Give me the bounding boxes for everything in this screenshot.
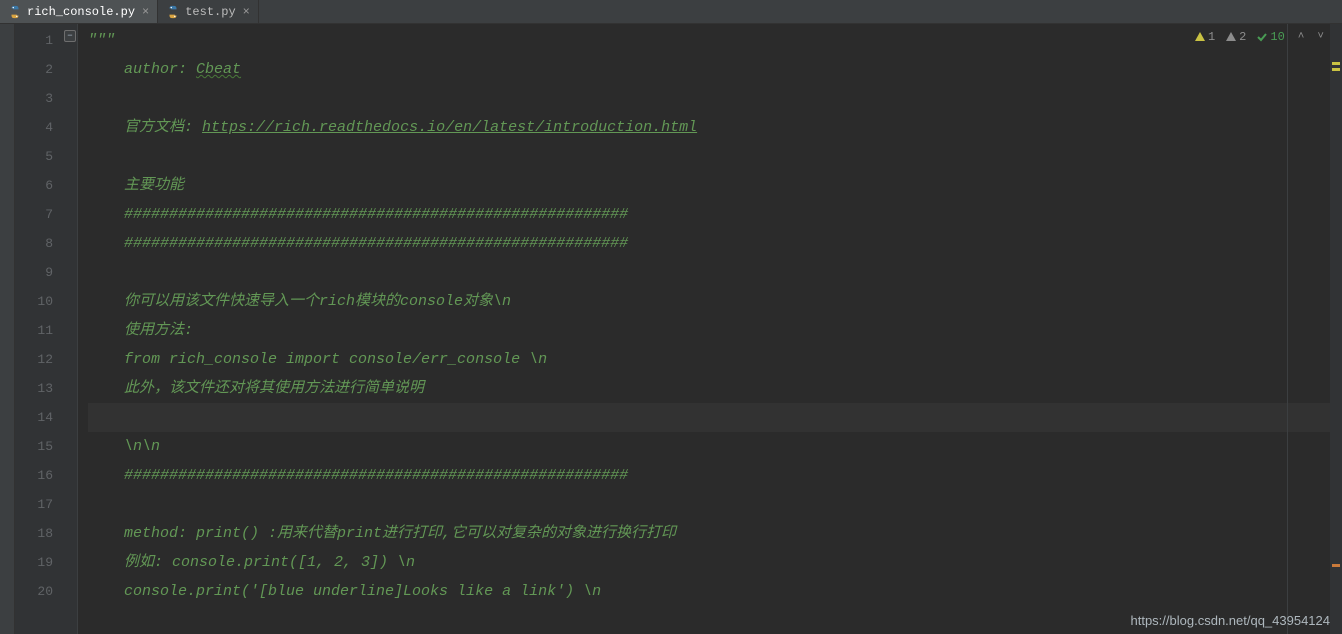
code-line[interactable] [88,403,1330,432]
code-line[interactable]: from rich_console import console/err_con… [88,345,1330,374]
watermark-text: https://blog.csdn.net/qq_43954124 [1131,613,1331,628]
chevron-down-icon[interactable]: ˅ [1317,31,1324,43]
line-number: 20 [15,577,53,606]
marker-stripe[interactable] [1332,68,1340,71]
ok-check-icon: 10 [1256,30,1284,44]
line-number: 5 [15,142,53,171]
marker-stripe[interactable] [1332,564,1340,567]
line-number: 7 [15,200,53,229]
code-line[interactable]: author: Cbeat [88,55,1330,84]
line-number: 8 [15,229,53,258]
code-line[interactable]: ########################################… [88,229,1330,258]
right-margin-line [1287,24,1288,634]
marker-stripe[interactable] [1332,62,1340,65]
line-number: 16 [15,461,53,490]
line-number: 2 [15,55,53,84]
line-number: 6 [15,171,53,200]
line-number-gutter: 1234567891011121314151617181920 [15,24,63,634]
weak-warning-count: 2 [1239,30,1246,44]
chevron-up-icon[interactable]: ˄ [1298,31,1305,43]
code-line[interactable]: ########################################… [88,461,1330,490]
line-number: 19 [15,548,53,577]
line-number: 11 [15,316,53,345]
code-line[interactable] [88,490,1330,519]
code-line[interactable]: method: print() :用来代替print进行打印,它可以对复杂的对象… [88,519,1330,548]
line-number: 4 [15,113,53,142]
code-line[interactable]: console.print('[blue underline]Looks lik… [88,577,1330,606]
code-line[interactable]: 使用方法: [88,316,1330,345]
ok-count: 10 [1270,30,1284,44]
line-number: 12 [15,345,53,374]
line-number: 15 [15,432,53,461]
line-number: 17 [15,490,53,519]
code-line[interactable]: """ [88,26,1330,55]
line-number: 18 [15,519,53,548]
close-icon[interactable]: × [142,5,149,19]
tab-label: rich_console.py [27,5,135,19]
code-line[interactable]: 主要功能 [88,171,1330,200]
tab-label: test.py [185,5,235,19]
warning-yellow-icon: 1 [1194,30,1215,44]
code-line[interactable]: ########################################… [88,200,1330,229]
warning-gray-icon: 2 [1225,30,1246,44]
fold-toggle-icon[interactable]: − [64,30,76,42]
tab-test[interactable]: test.py × [158,0,259,23]
line-number: 10 [15,287,53,316]
close-icon[interactable]: × [243,5,250,19]
code-line[interactable]: \n\n [88,432,1330,461]
left-tool-spine [0,24,15,634]
fold-bar: − [63,24,78,634]
marker-bar[interactable] [1330,24,1342,634]
line-number: 3 [15,84,53,113]
python-file-icon [8,5,22,19]
python-file-icon [166,5,180,19]
code-line[interactable]: 你可以用该文件快速导入一个rich模块的console对象\n [88,287,1330,316]
line-number: 1 [15,26,53,55]
code-line[interactable] [88,84,1330,113]
line-number: 14 [15,403,53,432]
tab-bar: rich_console.py × test.py × [0,0,1342,24]
code-line[interactable] [88,258,1330,287]
code-line[interactable]: 例如: console.print([1, 2, 3]) \n [88,548,1330,577]
line-number: 9 [15,258,53,287]
code-line[interactable]: 此外，该文件还对将其使用方法进行简单说明 [88,374,1330,403]
code-editor[interactable]: """ author: Cbeat 官方文档: https://rich.rea… [78,24,1330,634]
line-number: 13 [15,374,53,403]
tab-rich-console[interactable]: rich_console.py × [0,0,158,23]
inspections-widget[interactable]: 1 2 10 ˄ ˅ [1194,30,1324,44]
code-line[interactable]: 官方文档: https://rich.readthedocs.io/en/lat… [88,113,1330,142]
code-line[interactable] [88,142,1330,171]
warning-count: 1 [1208,30,1215,44]
editor-area: 1234567891011121314151617181920 − """ au… [0,24,1342,634]
